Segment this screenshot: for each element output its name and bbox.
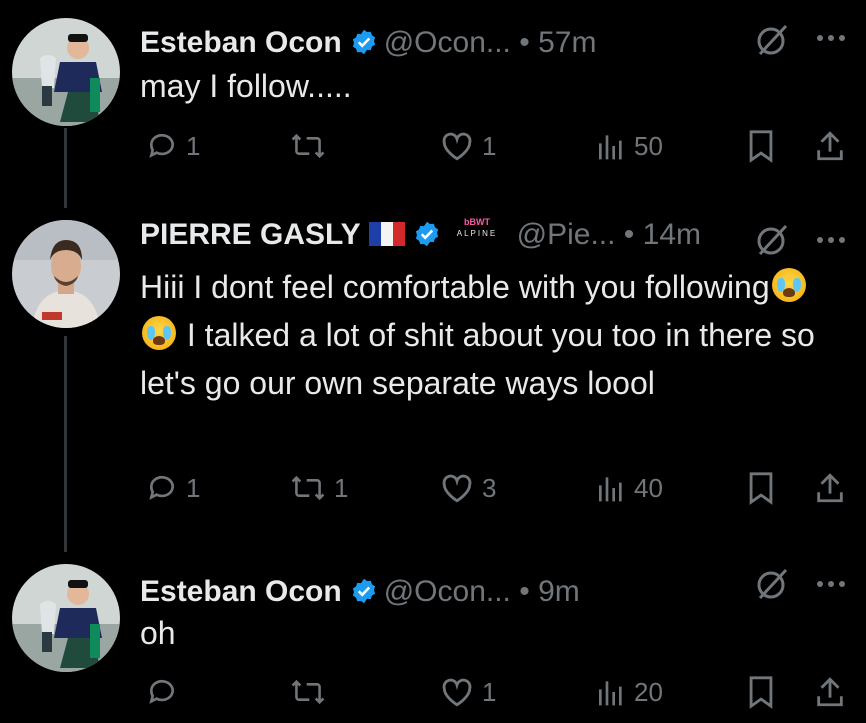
views-icon — [596, 676, 626, 708]
more-icon[interactable] — [816, 576, 846, 594]
repost-icon — [290, 130, 326, 162]
views-count: 50 — [634, 130, 663, 161]
views-icon — [596, 472, 626, 504]
handle[interactable]: @Ocon... — [384, 575, 511, 608]
crying-emoji-icon — [771, 268, 806, 302]
bookmark-icon — [746, 471, 776, 505]
like-icon — [440, 130, 474, 162]
separator-dot: • — [623, 218, 635, 251]
share-button[interactable] — [814, 126, 846, 166]
reply-button[interactable]: 1 — [146, 468, 200, 508]
tweet-text-part-1: Hiii I dont feel comfortable with you fo… — [140, 269, 770, 305]
avatar-esteban-ocon[interactable] — [12, 564, 120, 672]
repost-count: 1 — [334, 472, 349, 503]
separator-dot: • — [519, 575, 530, 608]
svg-text:bBWT: bBWT — [464, 217, 490, 227]
tweet-actions: 1 20 — [140, 672, 850, 712]
tweet-text-part-2: I talked a lot of shit about you too in … — [140, 317, 815, 401]
verified-badge-icon — [350, 28, 378, 65]
like-icon — [440, 472, 474, 504]
bookmark-icon — [746, 129, 776, 163]
more-icon[interactable] — [816, 232, 846, 250]
tweet-3[interactable]: Esteban Ocon @Ocon... • 9m oh 1 20 — [0, 552, 866, 723]
avatar-pierre-gasly[interactable] — [12, 220, 120, 328]
like-count: 1 — [482, 130, 497, 161]
tweet-1[interactable]: Esteban Ocon @Ocon... • 57m may I follow.… — [0, 0, 866, 200]
reply-button[interactable]: 1 — [146, 126, 200, 166]
display-name[interactable]: Esteban Ocon — [140, 575, 342, 608]
like-button[interactable]: 1 — [440, 672, 496, 712]
tweet-header: Esteban Ocon @Ocon... • 9m — [140, 574, 580, 614]
reply-icon — [146, 472, 178, 504]
grok-icon[interactable] — [754, 222, 790, 263]
tweet-text: may I follow..... — [140, 68, 352, 104]
views-icon — [596, 130, 626, 162]
tweet-2[interactable]: PIERRE GASLY bBWT ALPINE @Pie... • 14m Hiii… — [0, 200, 866, 550]
share-icon — [814, 471, 846, 505]
display-name[interactable]: Esteban Ocon — [140, 26, 342, 59]
reply-icon — [146, 676, 178, 708]
tweet-header: PIERRE GASLY bBWT ALPINE @Pie... • 14m — [140, 215, 701, 257]
bookmark-button[interactable] — [746, 672, 776, 712]
repost-button[interactable]: 1 — [290, 468, 348, 508]
grok-icon[interactable] — [754, 566, 790, 607]
separator-dot: • — [519, 26, 530, 59]
tweet-text: oh — [140, 615, 176, 651]
reply-count: 1 — [186, 130, 201, 161]
handle[interactable]: @Pie... — [517, 218, 616, 251]
views-button[interactable]: 50 — [596, 126, 663, 166]
repost-icon — [290, 676, 326, 708]
tweet-header: Esteban Ocon @Ocon... • 57m — [140, 25, 596, 65]
team-logo-icon: bBWT ALPINE — [447, 215, 507, 241]
reply-button[interactable] — [146, 672, 186, 712]
bookmark-button[interactable] — [746, 468, 776, 508]
like-button[interactable]: 3 — [440, 468, 496, 508]
tweet-actions: 1 1 3 40 — [140, 468, 850, 508]
views-button[interactable]: 20 — [596, 672, 663, 712]
repost-icon — [290, 472, 326, 504]
share-icon — [814, 129, 846, 163]
grok-icon[interactable] — [754, 22, 790, 63]
like-button[interactable]: 1 — [440, 126, 496, 166]
handle[interactable]: @Ocon... — [384, 26, 511, 59]
crying-emoji-icon — [142, 316, 176, 350]
verified-badge-icon — [413, 220, 441, 257]
team-logo-text: ALPINE — [456, 229, 496, 238]
bookmark-button[interactable] — [746, 126, 776, 166]
reply-icon — [146, 130, 178, 162]
views-count: 20 — [634, 676, 663, 707]
views-count: 40 — [634, 472, 663, 503]
tweet-actions: 1 1 50 — [140, 126, 850, 166]
avatar-esteban-ocon[interactable] — [12, 18, 120, 126]
timestamp[interactable]: 57m — [538, 26, 596, 59]
share-button[interactable] — [814, 672, 846, 712]
timestamp[interactable]: 9m — [538, 575, 580, 608]
share-icon — [814, 675, 846, 709]
bookmark-icon — [746, 675, 776, 709]
share-button[interactable] — [814, 468, 846, 508]
flag-france-icon — [368, 219, 405, 246]
views-button[interactable]: 40 — [596, 468, 663, 508]
repost-button[interactable] — [290, 672, 334, 712]
display-name[interactable]: PIERRE GASLY — [140, 218, 361, 251]
reply-count: 1 — [186, 472, 201, 503]
like-icon — [440, 676, 474, 708]
more-icon[interactable] — [816, 30, 846, 48]
repost-button[interactable] — [290, 126, 334, 166]
tweet-text: Hiii I dont feel comfortable with you fo… — [140, 263, 840, 407]
like-count: 1 — [482, 676, 497, 707]
timestamp[interactable]: 14m — [643, 218, 701, 251]
like-count: 3 — [482, 472, 497, 503]
